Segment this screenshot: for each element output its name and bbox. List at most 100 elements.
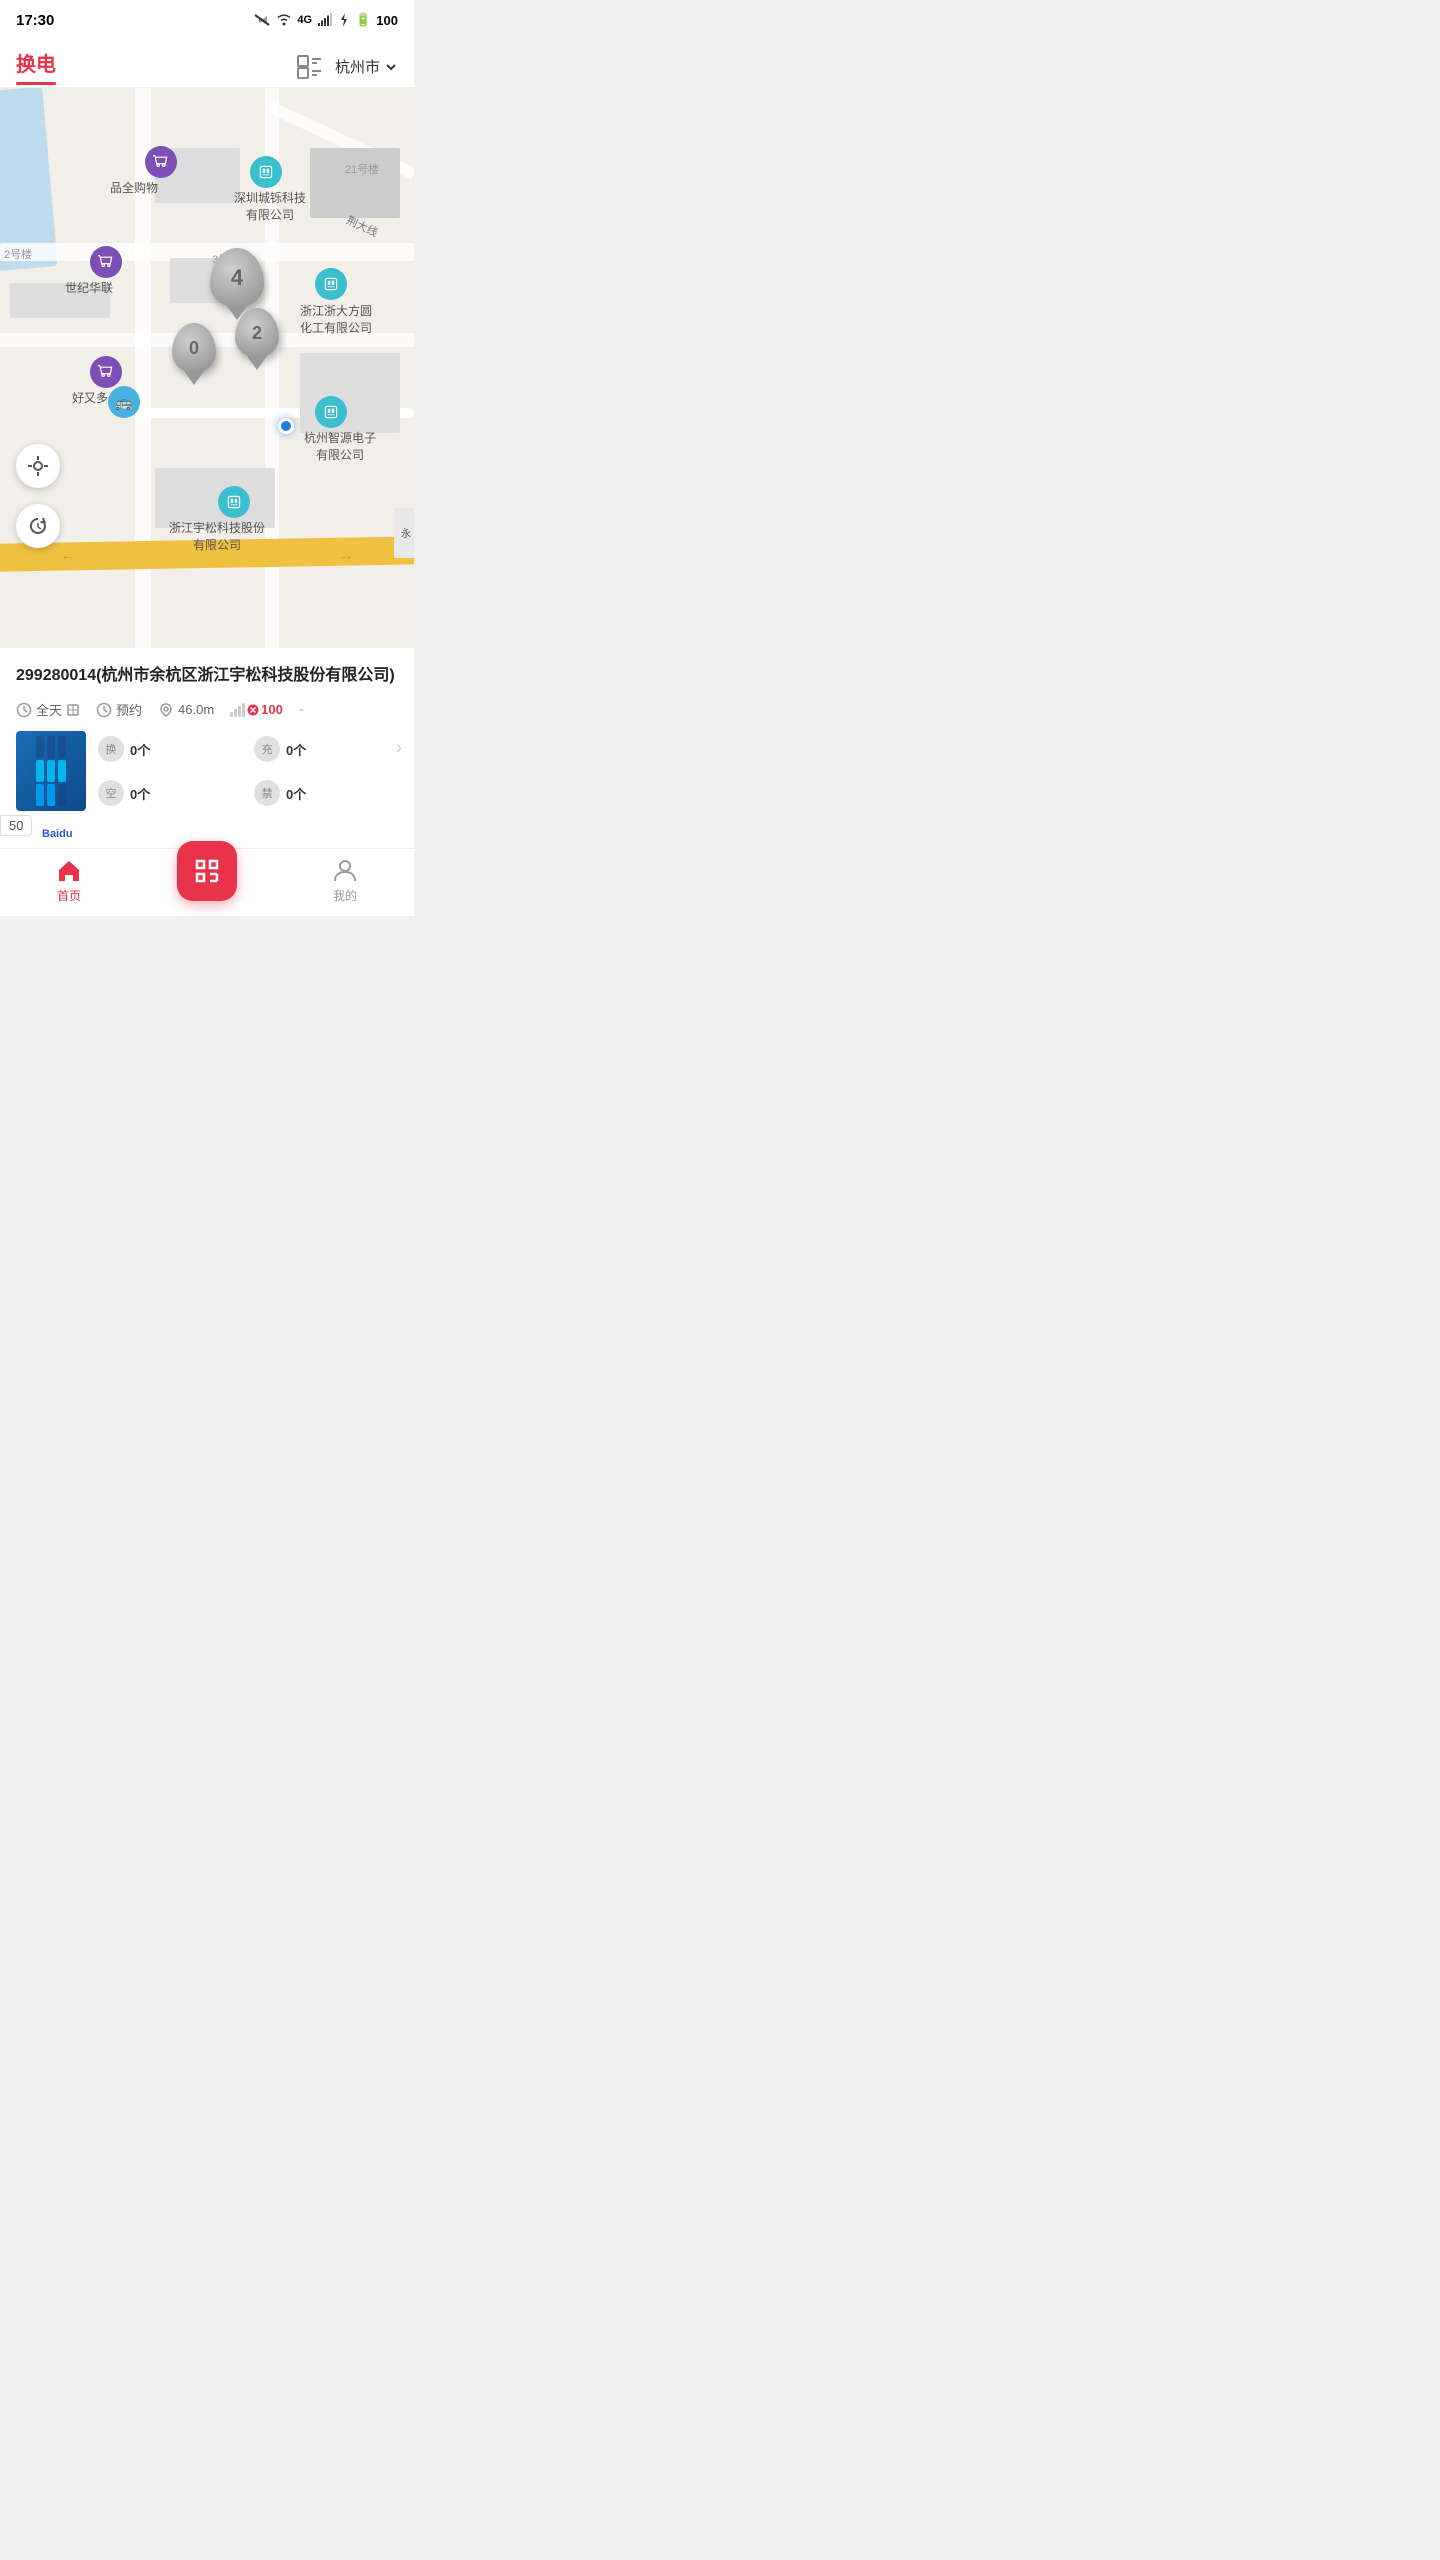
station-name: 299280014(杭州市余杭区浙江宇松科技股份有限公司) [16, 664, 398, 688]
clock-icon [16, 702, 32, 718]
mute-icon [253, 13, 271, 27]
history-button[interactable] [16, 504, 60, 548]
locate-button[interactable] [16, 444, 60, 488]
location-icon [158, 702, 174, 718]
road-label-right: 永 [394, 508, 414, 558]
label-21hao: 21号楼 [345, 163, 379, 178]
poi-bus[interactable]: 🚌 [108, 386, 140, 418]
slot-count-0: 0个 [130, 740, 150, 759]
lightning-icon [338, 13, 350, 27]
red-x-icon [247, 704, 259, 716]
label-haoyouduo: 好又多 [72, 390, 108, 407]
book-label: 预约 [116, 700, 142, 719]
label-shenzhen: 深圳城铄科技有限公司 [225, 190, 315, 224]
label-2hao: 2号楼 [4, 248, 32, 263]
list-view-button[interactable] [295, 53, 323, 81]
baidu-logo: Baidu [42, 828, 73, 840]
slot-icon-huan: 换 [98, 736, 124, 762]
current-location-dot [278, 418, 294, 434]
pin-4[interactable]: 4 [210, 248, 264, 308]
slot7 [36, 784, 44, 806]
locate-icon [27, 455, 49, 477]
poi-haoyouduo[interactable] [90, 356, 122, 388]
pin-0-body: 0 [172, 323, 216, 373]
nav-home-label: 首页 [57, 887, 81, 904]
history-icon [27, 515, 49, 537]
station-card[interactable]: 299280014(杭州市余杭区浙江宇松科技股份有限公司) 全天 预约 [0, 648, 414, 848]
card-arrow: › [396, 738, 402, 759]
city-selector[interactable]: 杭州市 [335, 56, 398, 77]
scan-button[interactable] [177, 841, 237, 901]
wifi-icon [276, 13, 292, 27]
slot-count-3: 0个 [286, 784, 306, 803]
poi-pinquan[interactable] [145, 146, 177, 178]
station-info-row: 全天 预约 46.0m [16, 700, 398, 719]
slot-item-0: 换 0个 [98, 731, 242, 767]
dash-separator: - [299, 701, 304, 719]
signal-value: 100 [261, 702, 283, 717]
bottom-nav: 首页 我的 [0, 848, 414, 916]
slot-icon-jin: 禁 [254, 780, 280, 806]
slot3 [58, 736, 66, 758]
slot-icon-kong: 空 [98, 780, 124, 806]
clock2-icon [96, 702, 112, 718]
city-label: 杭州市 [335, 56, 380, 77]
slot2 [47, 736, 55, 758]
chevron-down-icon [384, 60, 398, 74]
slot8 [47, 784, 55, 806]
status-time: 17:30 [16, 12, 54, 29]
status-bar: 17:30 4G 🔋 100 [0, 0, 414, 36]
poi-shiji[interactable] [90, 246, 122, 278]
header-title-wrap: 换电 [16, 48, 56, 85]
pin-0[interactable]: 0 [172, 323, 216, 373]
header-right: 杭州市 [295, 53, 398, 81]
header-underline [16, 82, 56, 85]
distance-label: 46.0m [178, 702, 214, 717]
4g-icon: 4G [297, 14, 312, 26]
battery-row-mid [36, 760, 66, 782]
battery-level: 100 [376, 13, 398, 28]
home-icon [56, 857, 82, 883]
header-title: 换电 [16, 54, 56, 76]
station-main-row: 换 0个 充 0个 空 0个 禁 0个 › [16, 731, 398, 811]
hours-item: 全天 [16, 700, 80, 719]
map-area[interactable]: ← → 永 品全购物 深圳城铄科技有限公司 世纪华联 好又多 浙江浙大方圆化工有… [0, 88, 414, 648]
slot5 [47, 760, 55, 782]
nav-mine[interactable]: 我的 [276, 857, 414, 904]
user-icon [332, 857, 358, 883]
nav-scan[interactable] [138, 861, 276, 901]
slot-item-2: 空 0个 [98, 775, 242, 811]
poi-yusong[interactable] [218, 486, 250, 518]
building-block-4 [300, 353, 400, 433]
distance-item: 46.0m [158, 702, 214, 718]
label-yusong: 浙江宇松科技股份有限公司 [162, 520, 272, 554]
营-icon [66, 703, 80, 717]
poi-shenzhen[interactable] [250, 156, 282, 188]
slot-counts: 换 0个 充 0个 空 0个 禁 0个 [98, 731, 398, 811]
building-block-6 [155, 468, 275, 528]
slot9 [58, 784, 66, 806]
slot-item-3: 禁 0个 [254, 775, 398, 811]
battery-row-bottom [36, 784, 66, 806]
signal-icon [317, 13, 333, 27]
label-pinquan: 品全购物 [110, 180, 158, 197]
pin-4-body: 4 [210, 248, 264, 308]
nav-home[interactable]: 首页 [0, 857, 138, 904]
signal-indicator: 100 [230, 702, 283, 717]
pin-2[interactable]: 2 [235, 308, 279, 358]
grid-list-icon [295, 53, 323, 81]
slot-count-1: 0个 [286, 740, 306, 759]
nav-mine-label: 我的 [333, 887, 357, 904]
app-header: 换电 杭州市 [0, 36, 414, 88]
status-icons: 4G 🔋 100 [253, 12, 398, 28]
label-zhiyuan: 杭州智源电子有限公司 [290, 430, 390, 464]
slot-icon-chong: 充 [254, 736, 280, 762]
battery-icon: 🔋 [355, 12, 371, 28]
slot-item-1: 充 0个 [254, 731, 398, 767]
pin-2-body: 2 [235, 308, 279, 358]
poi-zheda[interactable] [315, 268, 347, 300]
poi-zhiyuan[interactable] [315, 396, 347, 428]
hours-label: 全天 [36, 700, 62, 719]
slot1 [36, 736, 44, 758]
building-block-2 [310, 148, 400, 218]
